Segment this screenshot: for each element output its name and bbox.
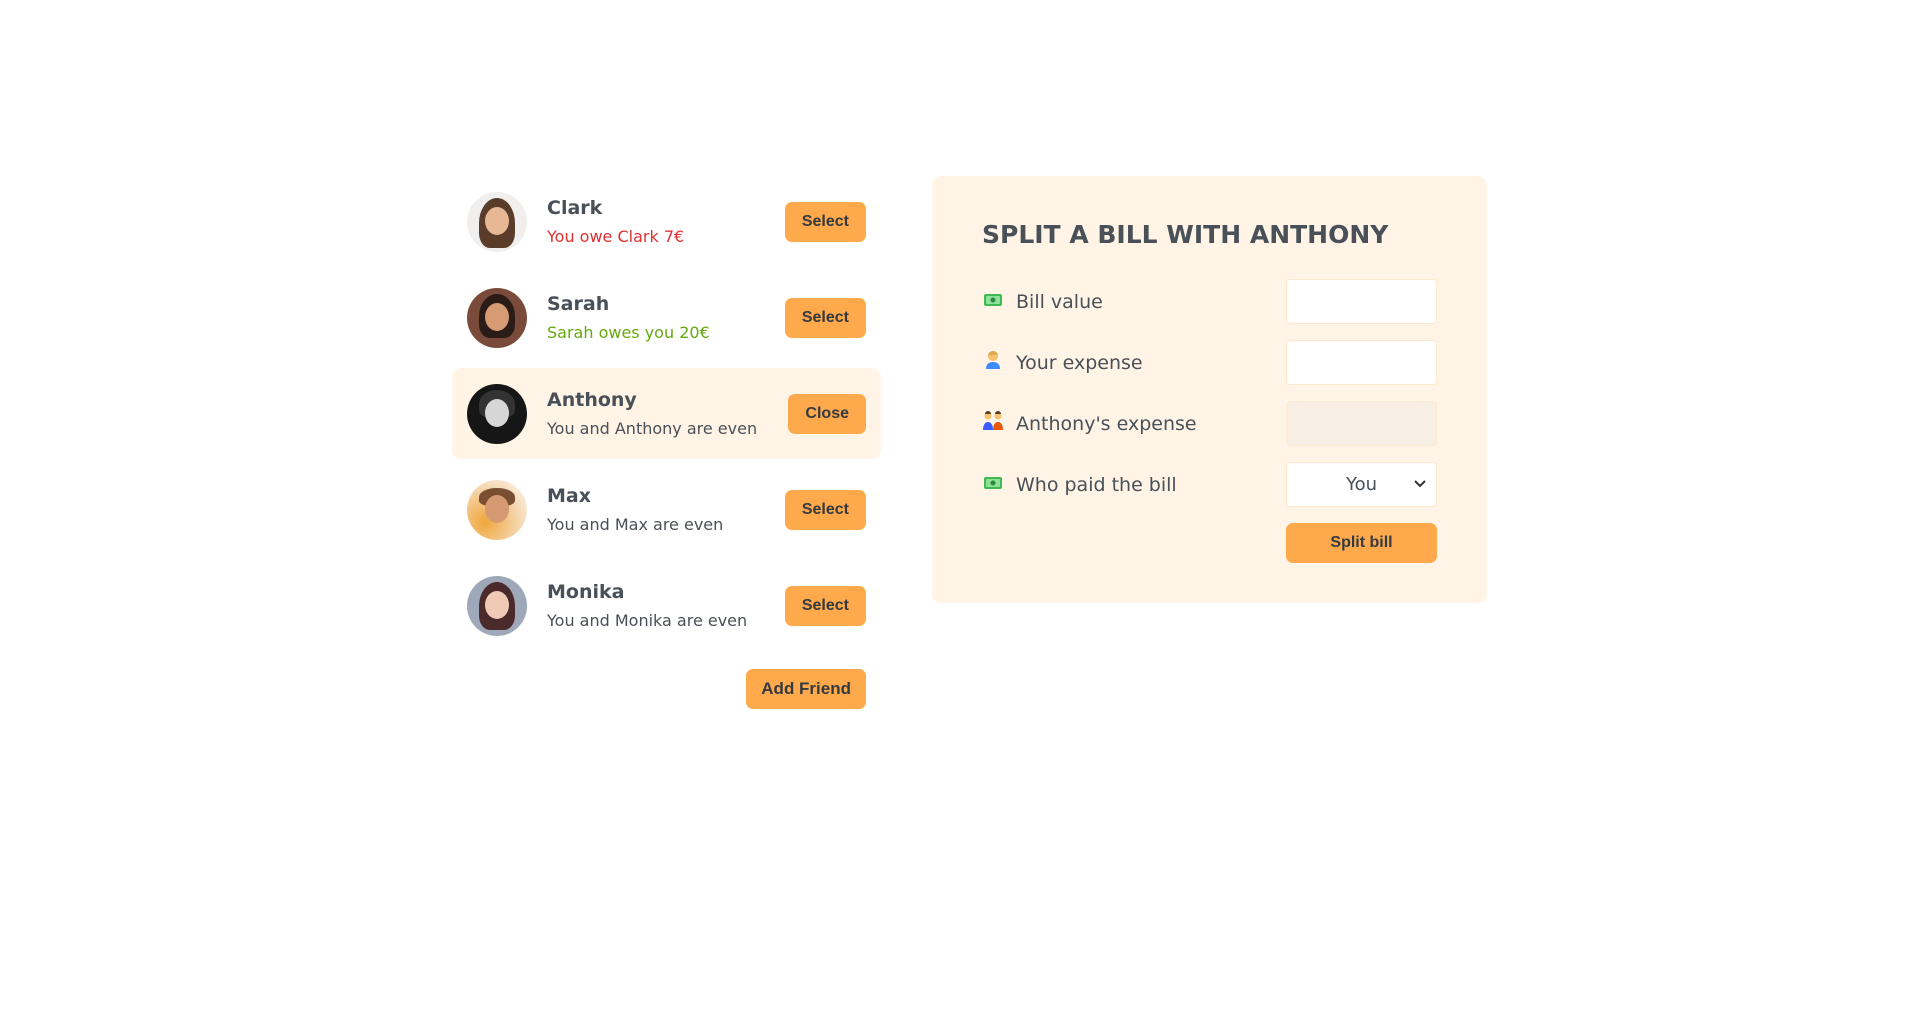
couple-icon <box>982 411 1004 436</box>
friend-item-anthony: Anthony You and Anthony are even Close <box>452 368 881 459</box>
bill-value-row: Bill value <box>982 279 1437 324</box>
friend-expense-input <box>1286 401 1437 446</box>
avatar <box>467 575 527 636</box>
add-friend-button[interactable]: Add Friend <box>746 669 866 709</box>
who-paid-row: Who paid the bill You <box>982 462 1437 507</box>
select-button[interactable]: Select <box>784 585 866 626</box>
avatar <box>467 191 527 252</box>
add-friend-row: Add Friend <box>452 669 881 709</box>
friend-item-monika: Monika You and Monika are even Select <box>452 560 881 651</box>
form-title: Split a bill with Anthony <box>982 220 1389 249</box>
friend-name: Max <box>547 485 591 507</box>
label-wrap: Who paid the bill <box>982 474 1177 496</box>
label-wrap: Your expense <box>982 350 1143 375</box>
avatar <box>467 479 527 540</box>
friend-info: Sarah Sarah owes you 20€ <box>547 293 765 342</box>
chevron-down-icon <box>1414 476 1426 492</box>
friend-balance: You and Anthony are even <box>547 419 758 438</box>
split-row: Split bill <box>982 523 1437 563</box>
your-expense-label: Your expense <box>1016 351 1143 374</box>
friend-name: Sarah <box>547 293 610 315</box>
select-button[interactable]: Select <box>784 489 866 530</box>
your-expense-row: Your expense <box>982 340 1437 385</box>
label-wrap: Anthony's expense <box>982 411 1197 436</box>
bill-value-label: Bill value <box>1016 290 1103 313</box>
friends-list: Clark You owe Clark 7€ Select Sarah Sara… <box>452 176 881 651</box>
friend-expense-label: Anthony's expense <box>1016 412 1197 435</box>
who-paid-select[interactable]: You <box>1286 462 1437 507</box>
your-expense-input[interactable] <box>1286 340 1437 385</box>
friend-info: Clark You owe Clark 7€ <box>547 197 765 246</box>
avatar <box>467 287 527 348</box>
who-paid-selected-value: You <box>1345 474 1378 495</box>
select-button[interactable]: Select <box>784 297 866 338</box>
friend-item-sarah: Sarah Sarah owes you 20€ Select <box>452 272 881 363</box>
friend-info: Monika You and Monika are even <box>547 581 765 630</box>
split-bill-button[interactable]: Split bill <box>1286 523 1437 563</box>
avatar <box>467 383 527 444</box>
friend-balance: You and Max are even <box>547 515 724 534</box>
close-button[interactable]: Close <box>788 393 866 434</box>
friend-item-max: Max You and Max are even Select <box>452 464 881 555</box>
friend-balance: You owe Clark 7€ <box>547 227 685 246</box>
sidebar: Clark You owe Clark 7€ Select Sarah Sara… <box>452 176 881 709</box>
select-button[interactable]: Select <box>784 201 866 242</box>
friend-item-clark: Clark You owe Clark 7€ Select <box>452 176 881 267</box>
money-icon <box>982 474 1004 495</box>
who-paid-label: Who paid the bill <box>1016 473 1177 496</box>
friend-info: Anthony You and Anthony are even <box>547 389 768 438</box>
split-bill-form: Split a bill with Anthony Bill value You… <box>932 176 1487 603</box>
friend-info: Max You and Max are even <box>547 485 765 534</box>
app: Clark You owe Clark 7€ Select Sarah Sara… <box>452 176 1487 709</box>
bill-value-input[interactable] <box>1286 279 1437 324</box>
friend-balance: You and Monika are even <box>547 611 748 630</box>
money-icon <box>982 291 1004 312</box>
person-icon <box>982 350 1004 375</box>
friend-expense-row: Anthony's expense <box>982 401 1437 446</box>
friend-name: Anthony <box>547 389 637 411</box>
friend-name: Monika <box>547 581 625 603</box>
friend-balance: Sarah owes you 20€ <box>547 323 710 342</box>
label-wrap: Bill value <box>982 291 1103 313</box>
friend-name: Clark <box>547 197 603 219</box>
